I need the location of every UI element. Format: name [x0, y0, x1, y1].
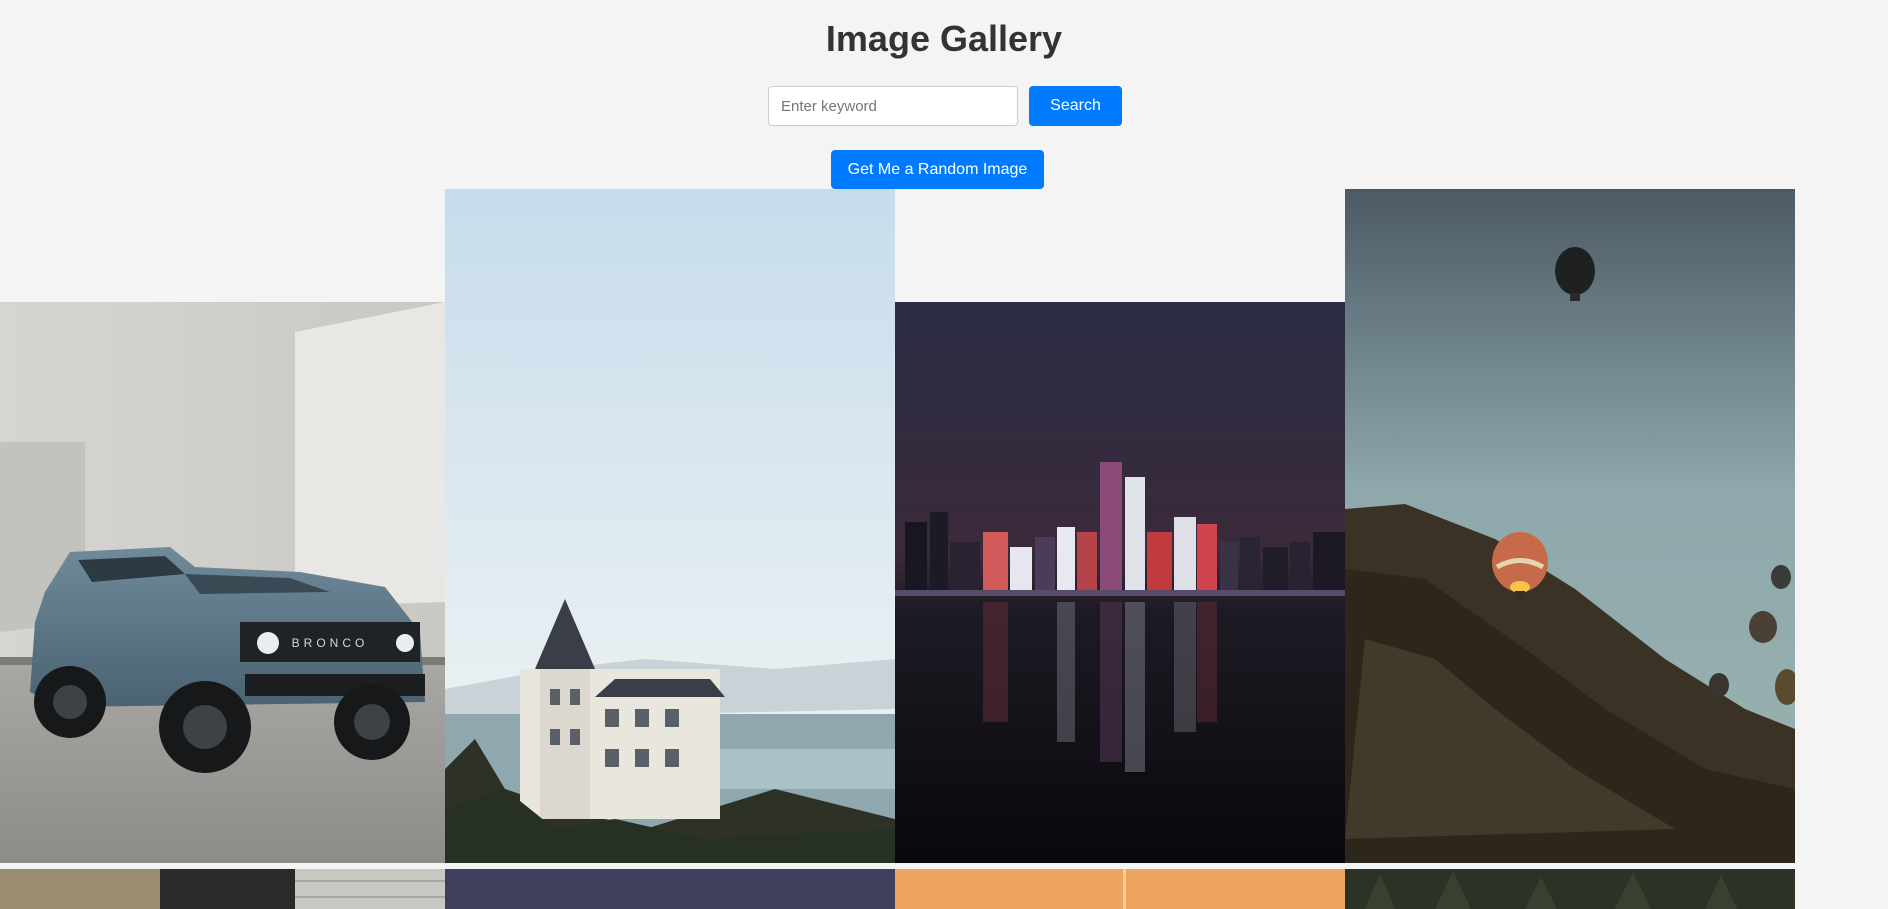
forest-photo [1345, 869, 1795, 909]
search-input[interactable] [768, 86, 1018, 126]
sunset-photo [895, 869, 1345, 909]
svg-text:BRONCO: BRONCO [292, 636, 369, 650]
skyline-photo [895, 302, 1345, 863]
gallery-image-forest[interactable] [1345, 869, 1795, 909]
gallery-image-skyline[interactable] [895, 302, 1345, 863]
gallery-image-balloons[interactable] [1345, 189, 1795, 863]
page-title: Image Gallery [825, 18, 1063, 59]
search-button[interactable]: Search [1029, 86, 1122, 126]
gallery-image-dusk[interactable] [445, 869, 895, 909]
gallery-image-brick[interactable] [0, 869, 445, 909]
brick-photo [0, 869, 445, 909]
balloons-photo [1345, 189, 1795, 863]
random-image-button[interactable]: Get Me a Random Image [831, 150, 1044, 189]
chateau-photo [445, 189, 895, 863]
suv-photo: BRONCO [0, 302, 445, 863]
gallery-page: Image Gallery Search Get Me a Random Ima… [0, 0, 1888, 909]
dusk-photo [445, 869, 895, 909]
image-gallery: BRONCO [0, 189, 1888, 909]
gallery-image-sunset[interactable] [895, 869, 1345, 909]
gallery-image-chateau[interactable] [445, 189, 895, 863]
gallery-image-suv[interactable]: BRONCO [0, 302, 445, 863]
